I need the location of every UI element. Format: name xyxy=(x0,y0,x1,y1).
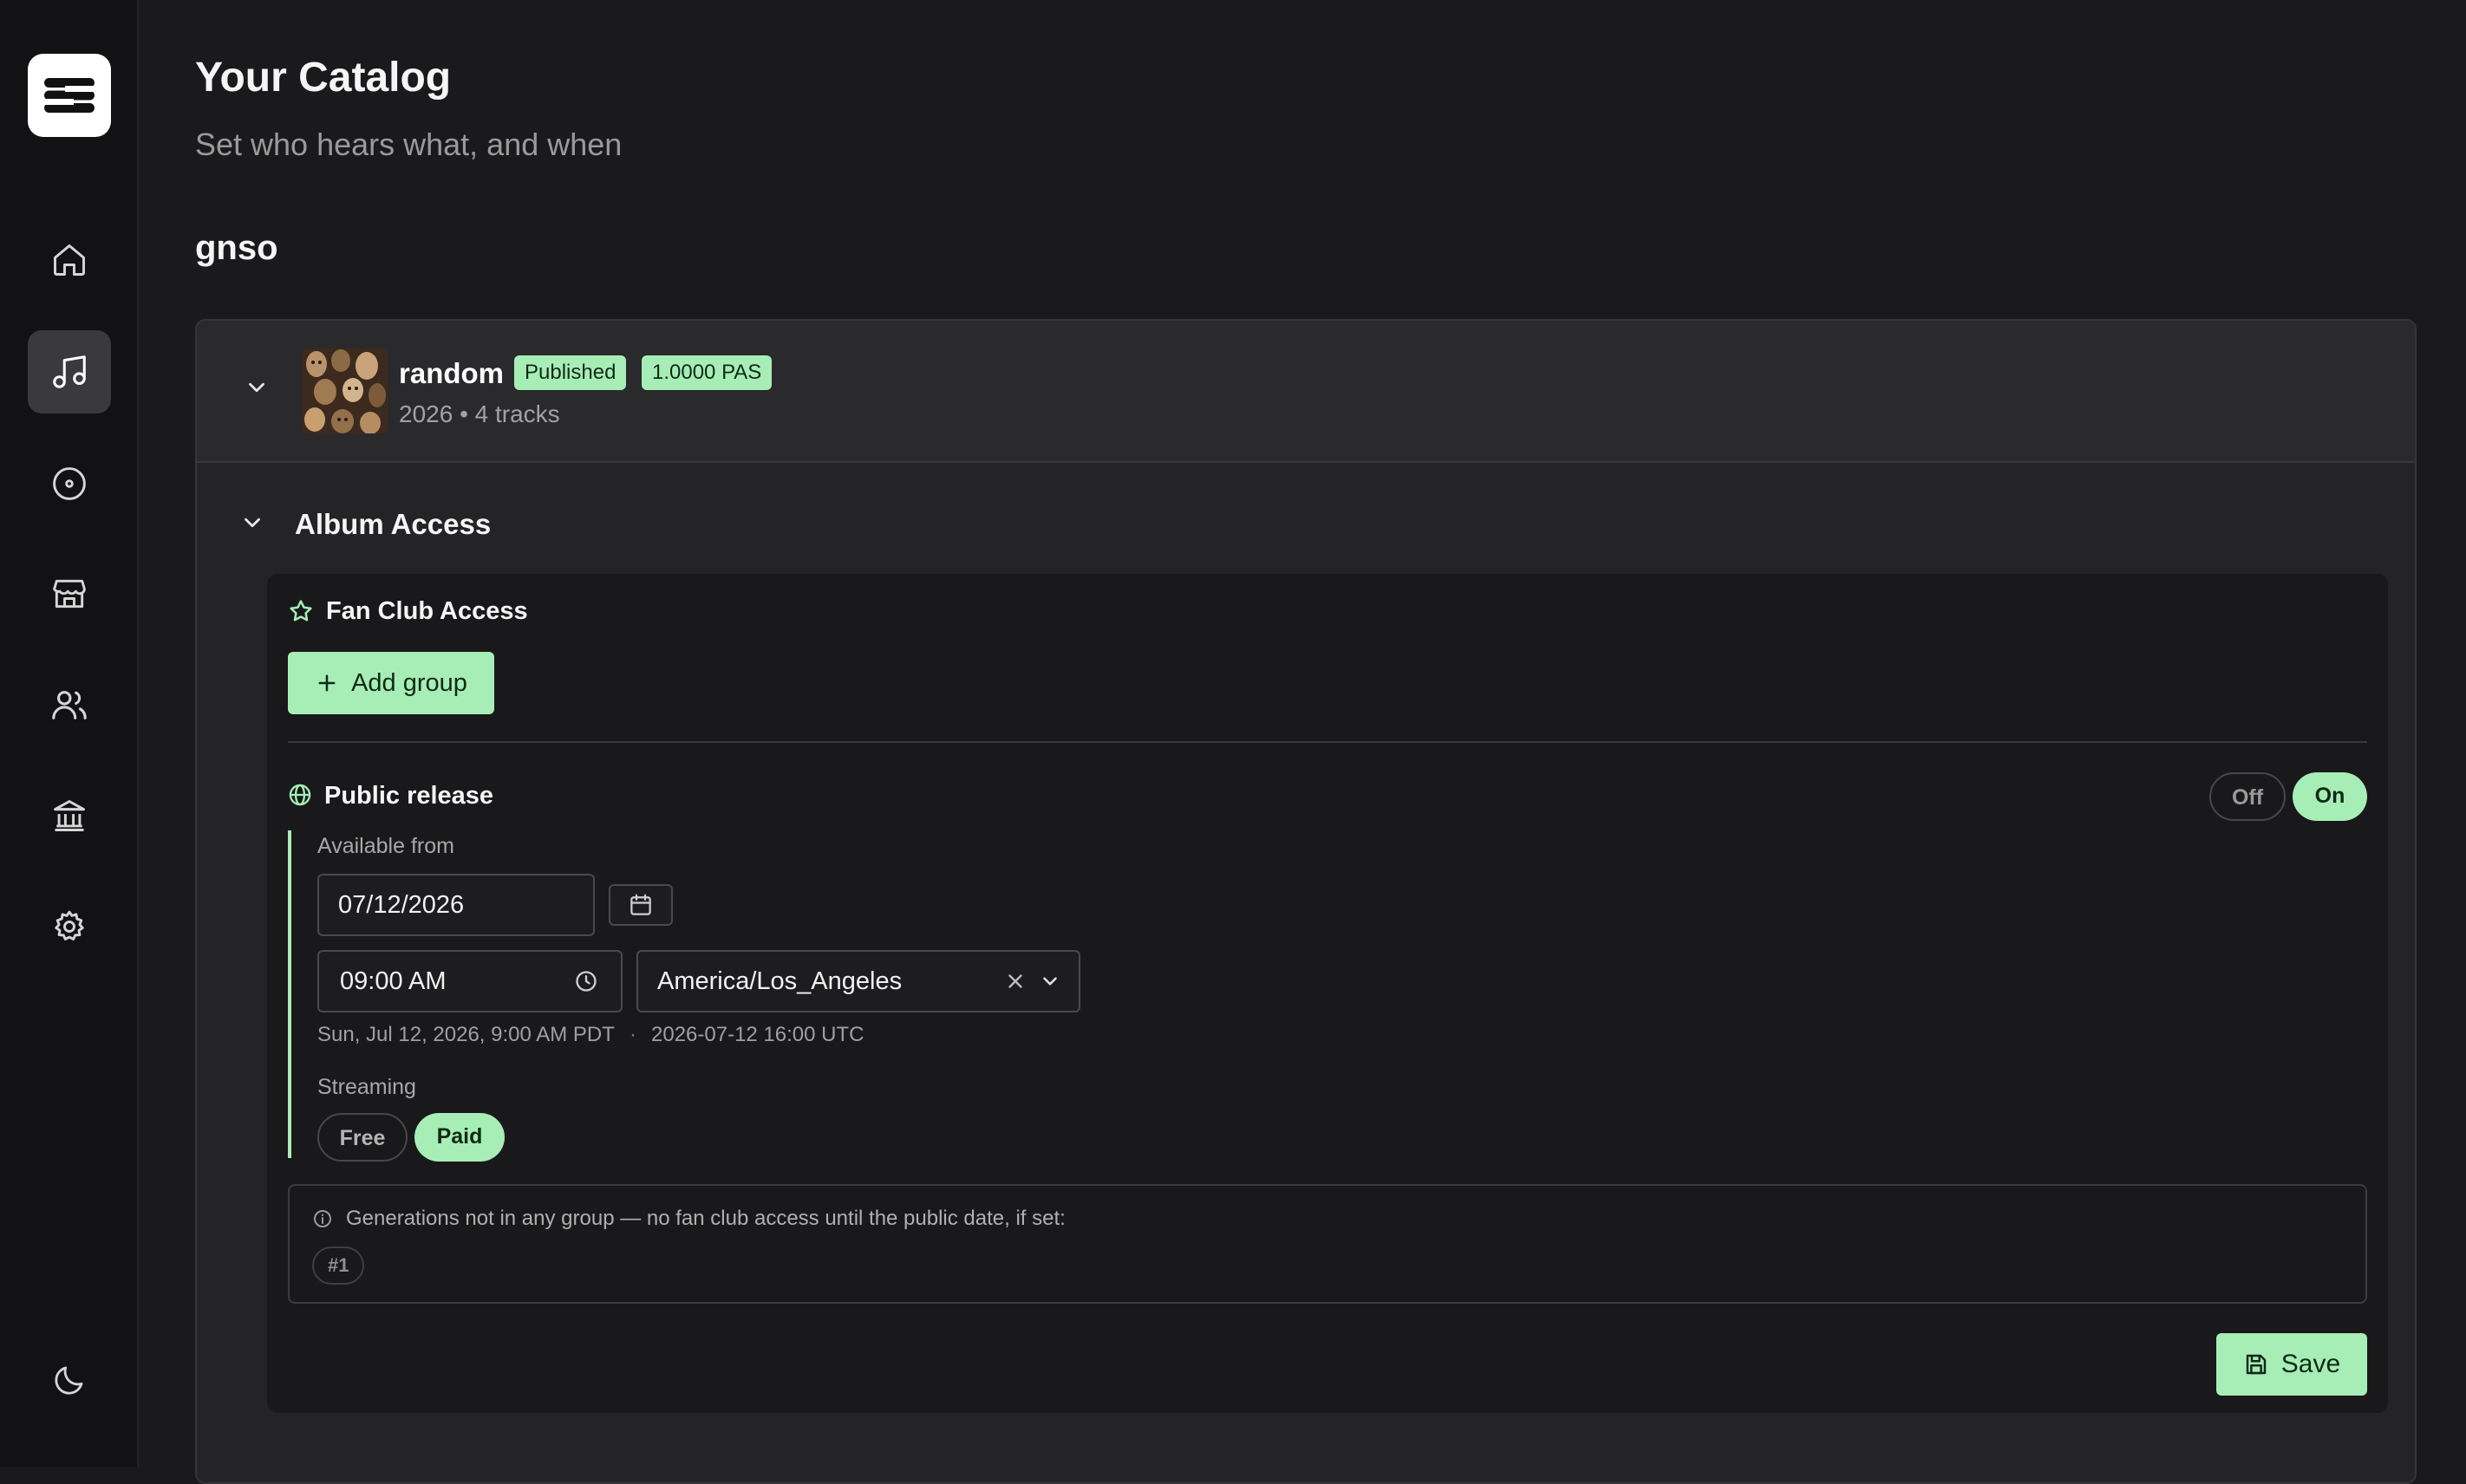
time-value: 09:00 AM xyxy=(340,967,447,995)
star-icon xyxy=(288,598,314,624)
album-cover xyxy=(303,348,388,433)
timezone-select[interactable]: America/Los_Angeles xyxy=(636,950,1080,1012)
public-release-off-toggle[interactable]: Off xyxy=(2209,772,2286,821)
clock-icon xyxy=(574,969,598,993)
nav-finance[interactable] xyxy=(28,774,111,857)
streaming-paid-option[interactable]: Paid xyxy=(414,1113,505,1162)
available-from-label: Available from xyxy=(317,834,454,858)
app-logo[interactable] xyxy=(28,54,111,137)
section-divider xyxy=(288,741,2367,743)
fan-club-title: Fan Club Access xyxy=(326,597,528,625)
page-subtitle: Set who hears what, and when xyxy=(195,127,623,162)
globe-icon xyxy=(288,783,312,807)
album-title: random xyxy=(399,357,505,389)
album-cover-image xyxy=(303,348,388,433)
save-icon xyxy=(2246,1354,2267,1375)
bank-icon xyxy=(54,800,85,831)
store-icon xyxy=(53,579,86,609)
timezone-value: America/Los_Angeles xyxy=(657,967,903,995)
nav-settings[interactable] xyxy=(28,885,111,968)
streaming-label: Streaming xyxy=(317,1075,416,1099)
add-group-button[interactable]: Add group xyxy=(288,652,494,714)
summary-separator: · xyxy=(630,1023,636,1046)
close-icon xyxy=(1008,974,1022,988)
save-label: Save xyxy=(2280,1350,2341,1378)
calendar-icon xyxy=(630,894,651,915)
album-meta: 2026 • 4 tracks xyxy=(399,400,560,427)
nav-releases[interactable] xyxy=(28,442,111,525)
moon-icon xyxy=(55,1366,83,1395)
info-icon xyxy=(312,1208,333,1229)
date-picker-button[interactable] xyxy=(609,884,673,926)
logo-mark-icon xyxy=(44,78,95,113)
album-header[interactable]: random Published 1.0000 PAS 2026 • 4 tra… xyxy=(197,321,2415,463)
ungrouped-info-box: Generations not in any group — no fan cl… xyxy=(288,1184,2367,1304)
chevron-down-icon xyxy=(249,382,264,393)
status-badge: Published xyxy=(514,355,627,390)
plus-icon xyxy=(318,674,336,692)
home-icon xyxy=(54,244,85,276)
save-button[interactable]: Save xyxy=(2216,1333,2367,1396)
chevron-down-icon xyxy=(1039,970,1061,993)
release-accent-bar xyxy=(288,830,291,1158)
album-card: random Published 1.0000 PAS 2026 • 4 tra… xyxy=(195,319,2417,1484)
public-release-on-toggle[interactable]: On xyxy=(2293,772,2367,821)
info-text: Generations not in any group — no fan cl… xyxy=(346,1207,1066,1230)
time-input[interactable]: 09:00 AM xyxy=(317,950,623,1012)
album-access-title: Album Access xyxy=(295,508,492,540)
disc-icon xyxy=(53,467,86,500)
music-note-icon xyxy=(53,355,86,388)
chevron-down-icon xyxy=(245,517,260,528)
utc-time-summary: 2026-07-12 16:00 UTC xyxy=(651,1023,864,1046)
sidebar xyxy=(0,0,139,1467)
streaming-free-option[interactable]: Free xyxy=(317,1113,408,1162)
local-time-summary: Sun, Jul 12, 2026, 9:00 AM PDT xyxy=(317,1023,615,1046)
album-collapse-toggle[interactable] xyxy=(244,374,270,400)
nav-catalog[interactable] xyxy=(28,330,111,413)
nav-store[interactable] xyxy=(28,552,111,635)
access-panel: Fan Club Access Add group Public release… xyxy=(267,574,2388,1413)
clear-timezone-button[interactable] xyxy=(1004,970,1027,993)
nav-home[interactable] xyxy=(28,218,111,302)
album-access-collapse-toggle[interactable] xyxy=(239,510,265,536)
public-release-title: Public release xyxy=(324,782,494,810)
users-icon xyxy=(52,691,87,719)
generation-chip: #1 xyxy=(312,1246,365,1285)
gear-icon xyxy=(55,910,84,941)
artist-name: gnso xyxy=(195,229,278,267)
price-badge: 1.0000 PAS xyxy=(642,355,773,390)
page-title: Your Catalog xyxy=(195,55,452,101)
nav-fans[interactable] xyxy=(28,663,111,746)
date-input[interactable]: 07/12/2026 xyxy=(317,874,595,936)
theme-toggle[interactable] xyxy=(28,1338,111,1422)
add-group-label: Add group xyxy=(351,668,467,697)
